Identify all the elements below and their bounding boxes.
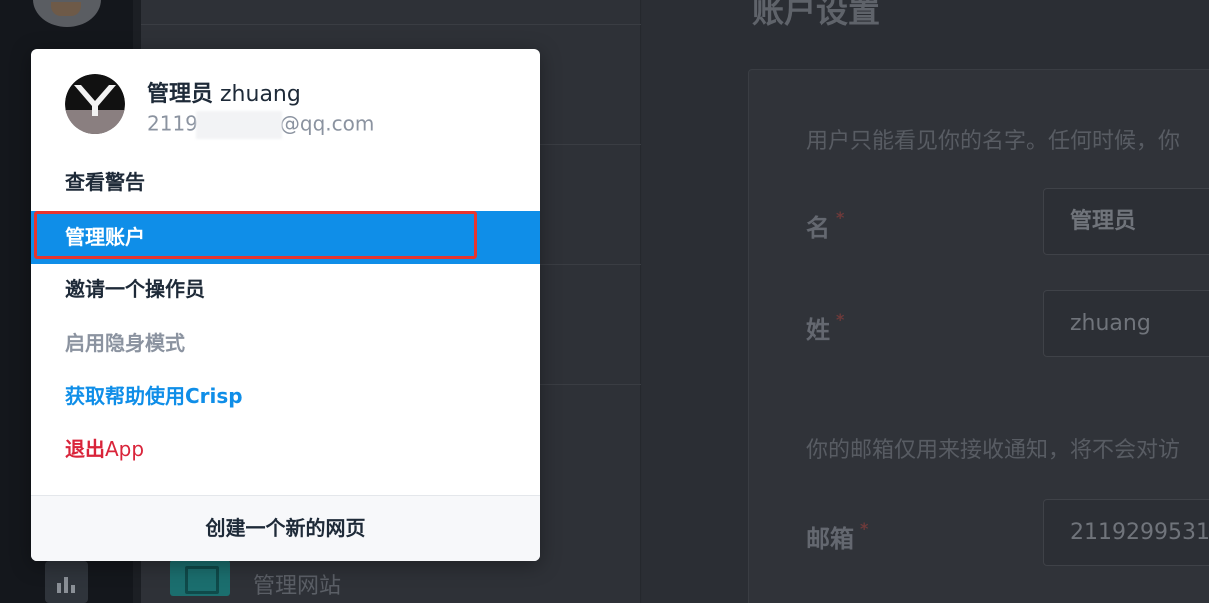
nav-item-manage-sites[interactable]: 管理网站 xyxy=(253,568,341,600)
email-note: 你的邮箱仅用来接收通知，将不会对访 xyxy=(806,438,1181,463)
menu-item-logout[interactable]: 退出App xyxy=(31,423,540,476)
user-avatar xyxy=(65,74,125,134)
settings-card: 用户只能看见你的名字。任何时候，你 名 * 管理员 姓 * zhuang 你的邮箱仅… xyxy=(748,69,1209,603)
menu-item-manage-account[interactable]: 管理账户 xyxy=(31,211,540,264)
analytics-icon[interactable] xyxy=(45,561,88,603)
website-icon xyxy=(170,560,230,596)
last-name-label: 姓 * xyxy=(806,310,845,344)
email-label: 邮箱 * xyxy=(806,519,869,553)
first-name-label: 名 * xyxy=(806,208,845,242)
menu-item-invite-operator[interactable]: 邀请一个操作员 xyxy=(31,263,540,316)
avatar-logo-icon xyxy=(65,74,125,134)
create-website-button[interactable]: 创建一个新的网页 xyxy=(31,495,540,561)
user-email: 2119 @qq.com xyxy=(147,111,374,139)
visibility-note: 用户只能看见你的名字。任何时候，你 xyxy=(806,129,1181,154)
nav-divider xyxy=(141,24,641,25)
email-field[interactable]: 2119299531@ xyxy=(1043,499,1209,566)
page-title: 账户设置 xyxy=(752,0,881,30)
menu-item-get-help[interactable]: 获取帮助使用Crisp xyxy=(31,370,540,423)
last-name-field[interactable]: zhuang xyxy=(1043,290,1209,357)
first-name-field[interactable]: 管理员 xyxy=(1043,188,1209,255)
account-settings-content: 账户设置 用户只能看见你的名字。任何时候，你 名 * 管理员 姓 * zhuang … xyxy=(642,0,1209,603)
account-menu: 管理员 zhuang 2119 @qq.com 查看警告 管理账户 邀请一个操作员… xyxy=(31,49,540,561)
redaction-mask xyxy=(195,111,282,139)
menu-item-stealth-mode[interactable]: 启用隐身模式 xyxy=(31,317,540,370)
sidebar-avatar[interactable] xyxy=(33,0,101,27)
menu-item-view-alerts[interactable]: 查看警告 xyxy=(31,156,540,209)
user-display-name: 管理员 zhuang xyxy=(147,82,301,107)
